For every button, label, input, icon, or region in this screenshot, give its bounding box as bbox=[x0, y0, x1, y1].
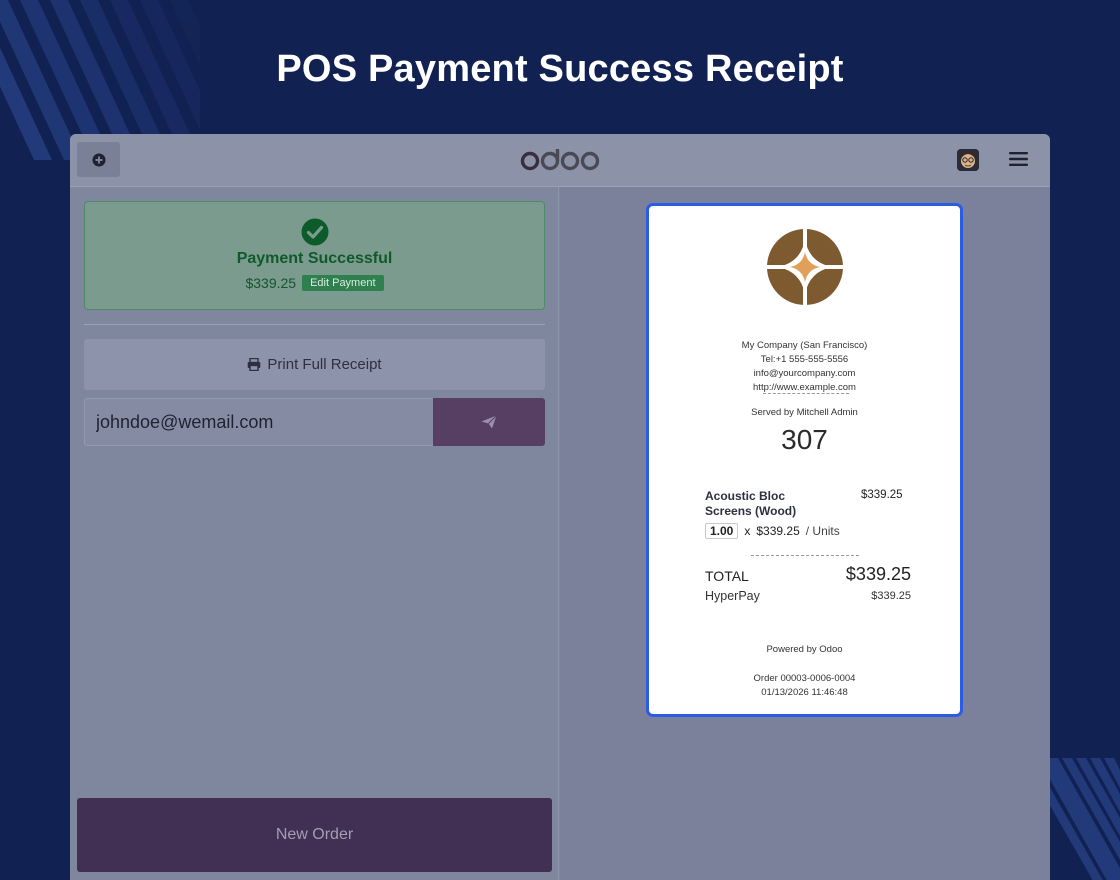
email-input[interactable] bbox=[84, 398, 433, 446]
payment-panel: Payment Successful $339.25 Edit Payment … bbox=[70, 187, 559, 880]
receipt-panel: My Company (San Francisco) Tel:+1 555-55… bbox=[560, 187, 1050, 880]
company-email: info@yourcompany.com bbox=[753, 368, 856, 379]
payment-method: HyperPay bbox=[705, 589, 760, 603]
total-value: $339.25 bbox=[845, 564, 911, 584]
receipt: My Company (San Francisco) Tel:+1 555-55… bbox=[646, 203, 963, 717]
line-product-name: Acoustic Bloc Screens (Wood) bbox=[705, 489, 797, 518]
print-label: Print Full Receipt bbox=[267, 356, 382, 373]
decorative-stripes-bottom-right bbox=[1048, 758, 1120, 880]
divider bbox=[84, 324, 545, 325]
new-order-button[interactable]: New Order bbox=[77, 798, 552, 872]
check-circle-icon bbox=[301, 218, 329, 246]
company-logo bbox=[765, 227, 845, 307]
plus-circle-icon bbox=[92, 153, 105, 166]
line-unit: / Units bbox=[805, 524, 840, 538]
separator bbox=[751, 555, 859, 556]
hamburger-menu-icon[interactable] bbox=[1009, 151, 1028, 167]
line-price: $339.25 bbox=[861, 489, 903, 501]
company-tel: Tel:+1 555-555-5556 bbox=[760, 354, 849, 365]
payment-amount: $339.25 bbox=[245, 275, 297, 291]
payment-method-amount: $339.25 bbox=[871, 590, 911, 602]
payment-success-box: Payment Successful $339.25 Edit Payment bbox=[84, 201, 545, 310]
separator bbox=[763, 393, 849, 394]
line-qty: 1.00 bbox=[705, 523, 739, 539]
printer-icon bbox=[248, 358, 261, 371]
top-bar bbox=[70, 134, 1050, 187]
order-number: 307 bbox=[781, 424, 828, 455]
line-quantity-row: 1.00 x $339.25 / Units bbox=[705, 523, 840, 539]
odoo-logo bbox=[520, 146, 600, 174]
line-unit-price: $339.25 bbox=[756, 524, 800, 538]
user-avatar-icon[interactable] bbox=[957, 149, 979, 171]
add-button[interactable] bbox=[77, 142, 120, 177]
payment-status-title: Payment Successful bbox=[236, 250, 393, 267]
paper-plane-icon bbox=[481, 415, 497, 429]
company-name: My Company (San Francisco) bbox=[741, 340, 868, 351]
edit-payment-button[interactable]: Edit Payment bbox=[302, 275, 384, 291]
order-ref: Order 00003-0006-0004 bbox=[753, 673, 856, 684]
payment-amount-row: $339.25 Edit Payment bbox=[85, 275, 544, 291]
page-title: POS Payment Success Receipt bbox=[276, 48, 844, 90]
print-full-receipt-button[interactable]: Print Full Receipt bbox=[84, 339, 545, 390]
order-datetime: 01/13/2026 11:46:48 bbox=[761, 687, 848, 698]
order-reference: Order 00003-0006-0004 01/13/2026 11:46:4… bbox=[649, 672, 960, 700]
company-info: My Company (San Francisco) Tel:+1 555-55… bbox=[649, 339, 960, 395]
times-sign: x bbox=[744, 524, 751, 538]
pos-window: Payment Successful $339.25 Edit Payment … bbox=[70, 134, 1050, 880]
send-email-button[interactable] bbox=[433, 398, 545, 446]
total-label: TOTAL bbox=[705, 568, 749, 584]
email-receipt-row bbox=[84, 398, 545, 446]
powered-by: Powered by Odoo bbox=[766, 644, 843, 655]
served-by: Served by Mitchell Admin bbox=[751, 407, 858, 418]
